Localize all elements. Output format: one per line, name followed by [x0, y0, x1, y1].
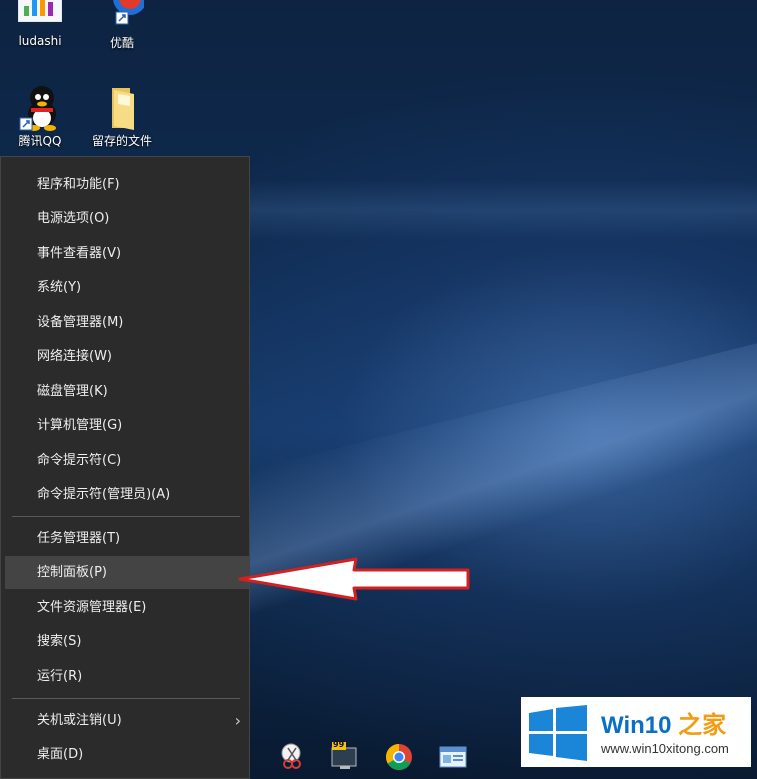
watermark-url: www.win10xitong.com: [601, 741, 729, 756]
watermark-brand-b: 之家: [678, 712, 727, 739]
taskbar-snip-icon[interactable]: [276, 742, 306, 772]
folder-icon: [100, 84, 144, 130]
menu-item-task-manager[interactable]: 任务管理器(T): [5, 522, 249, 555]
menu-item-system[interactable]: 系统(Y): [5, 271, 249, 304]
menu-item-device-manager[interactable]: 设备管理器(M): [5, 306, 249, 339]
ludashi-icon: [17, 0, 63, 30]
desktop-icon-label: ludashi: [18, 34, 62, 48]
desktop-icon-label: 留存的文件: [91, 134, 152, 148]
menu-item-power-options[interactable]: 电源选项(O): [5, 202, 249, 235]
menu-separator: [12, 516, 240, 517]
menu-item-disk-management[interactable]: 磁盘管理(K): [5, 375, 249, 408]
youku-icon: [100, 0, 147, 30]
menu-item-label: 关机或注销(U): [37, 713, 122, 728]
taskbar-monitor-icon[interactable]: 99: [330, 740, 360, 772]
desktop-icon-folder[interactable]: 留存的文件: [82, 84, 162, 149]
desktop-icon-youku[interactable]: 优酷: [82, 0, 162, 51]
desktop-icon-label: 优酷: [109, 36, 134, 50]
taskbar-app-window-icon[interactable]: [438, 742, 468, 772]
menu-item-command-prompt[interactable]: 命令提示符(C): [5, 444, 249, 477]
windows-logo-icon: [529, 705, 587, 761]
annotation-arrow-icon: [238, 557, 470, 601]
winx-context-menu: 程序和功能(F) 电源选项(O) 事件查看器(V) 系统(Y) 设备管理器(M)…: [0, 156, 250, 779]
menu-item-programs-features[interactable]: 程序和功能(F): [5, 168, 249, 201]
taskbar-badge: 99: [333, 740, 345, 749]
watermark-title: Win10 之家: [601, 705, 726, 740]
menu-item-shutdown-signout[interactable]: 关机或注销(U) ›: [5, 704, 249, 737]
menu-item-command-prompt-admin[interactable]: 命令提示符(管理员)(A): [5, 478, 249, 511]
menu-item-computer-management[interactable]: 计算机管理(G): [5, 409, 249, 442]
menu-item-search[interactable]: 搜索(S): [5, 625, 249, 658]
menu-item-event-viewer[interactable]: 事件查看器(V): [5, 237, 249, 270]
watermark-logo: Win10 之家 www.win10xitong.com: [521, 697, 751, 767]
watermark-brand-a: Win10: [601, 712, 672, 739]
menu-item-control-panel[interactable]: 控制面板(P): [5, 556, 249, 589]
menu-item-file-explorer[interactable]: 文件资源管理器(E): [5, 591, 249, 624]
desktop-icon-qq[interactable]: 腾讯QQ: [0, 84, 80, 149]
taskbar-chrome-icon[interactable]: [384, 742, 414, 772]
desktop-icon-label: 腾讯QQ: [18, 134, 62, 148]
menu-item-network-connections[interactable]: 网络连接(W): [5, 340, 249, 373]
menu-item-desktop[interactable]: 桌面(D): [5, 738, 249, 771]
qq-icon: [18, 84, 62, 131]
desktop-icon-ludashi[interactable]: ludashi: [0, 0, 80, 48]
chevron-right-icon: ›: [234, 711, 241, 730]
wallpaper-light-band: [250, 180, 757, 240]
menu-separator: [12, 698, 240, 699]
menu-item-run[interactable]: 运行(R): [5, 660, 249, 693]
